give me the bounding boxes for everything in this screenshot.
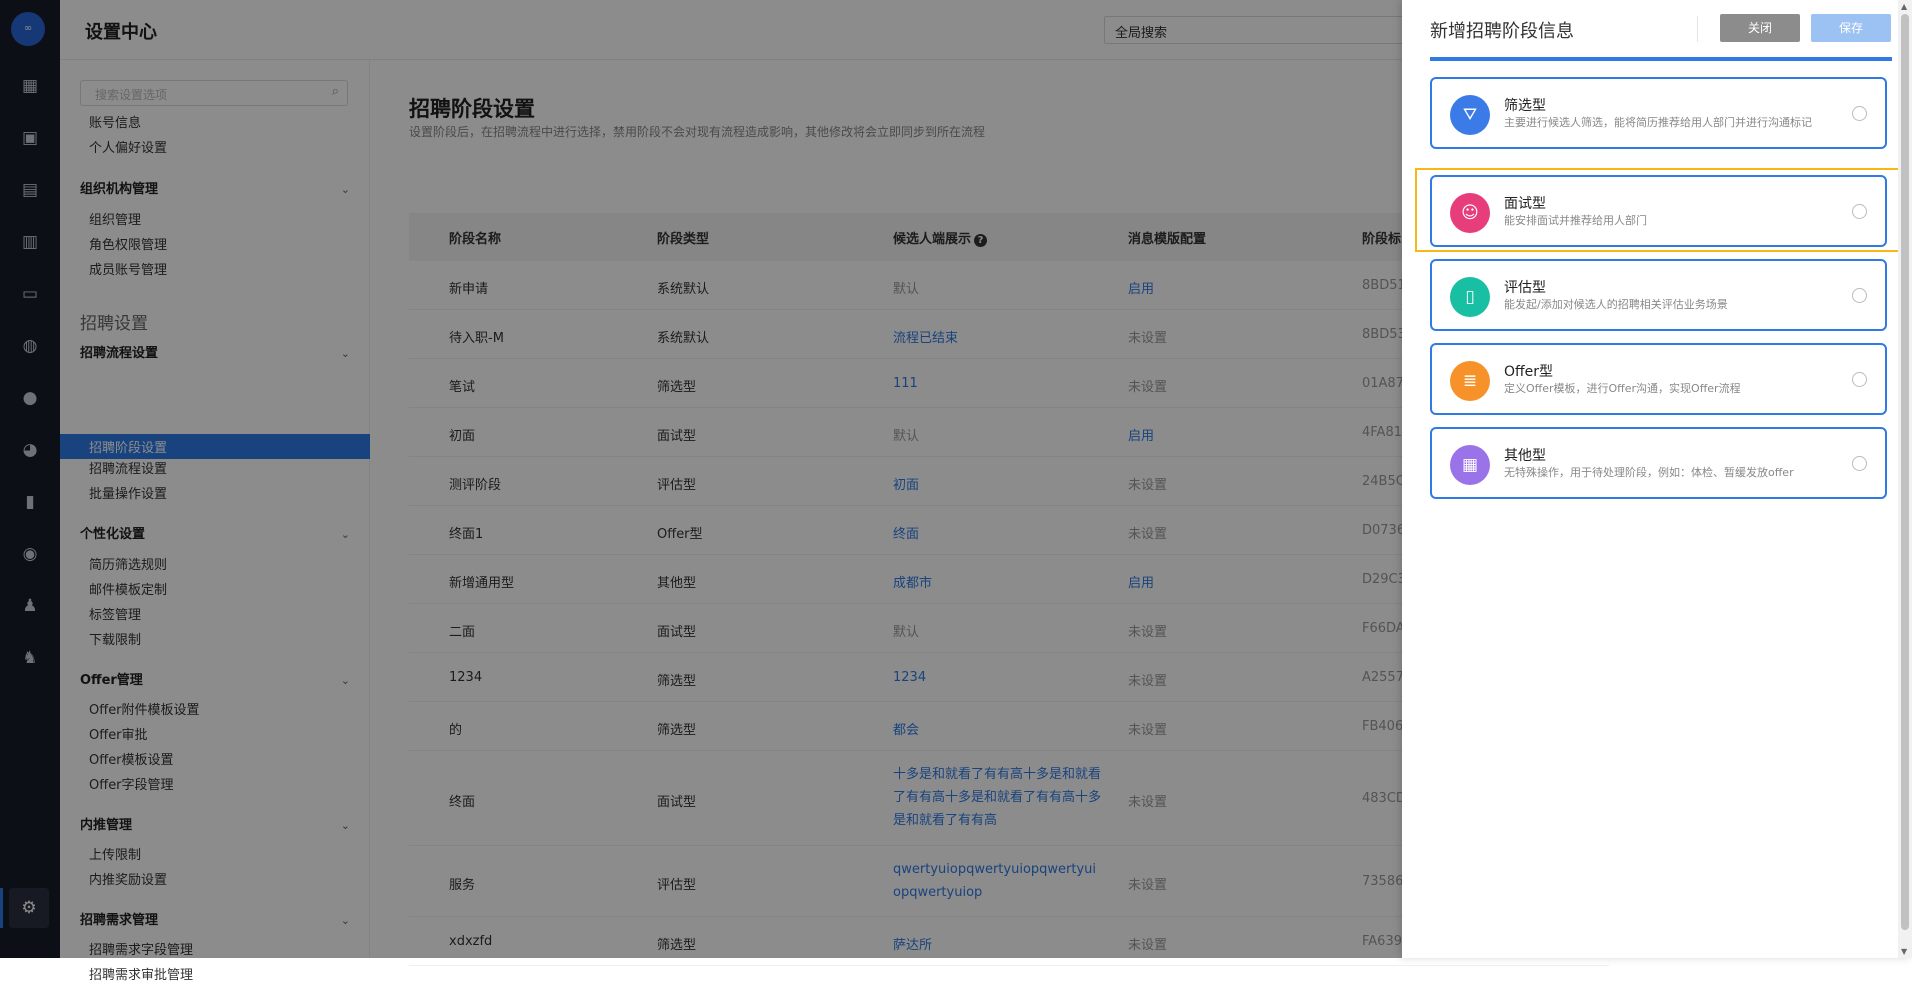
option-radio[interactable] (1852, 456, 1867, 471)
option-name: 评估型 (1504, 280, 1546, 296)
close-button[interactable]: 关闭 (1720, 14, 1800, 42)
grid-icon: ▦ (1450, 445, 1490, 485)
filter-icon: ⛛ (1450, 95, 1490, 135)
stage-type-option[interactable]: ▦ 其他型无特殊操作，用于待处理阶段，例如：体检、暂缓发放offer (1430, 427, 1887, 499)
option-name: 其他型 (1504, 448, 1546, 464)
drawer-accent-bar (1430, 57, 1892, 61)
option-radio[interactable] (1852, 372, 1867, 387)
option-description: 无特殊操作，用于待处理阶段，例如：体检、暂缓发放offer (1504, 466, 1794, 479)
document-icon: ≣ (1450, 361, 1490, 401)
option-description: 主要进行候选人筛选，能将简历推荐给用人部门并进行沟通标记 (1504, 116, 1812, 129)
bookmark-icon: ▯ (1450, 277, 1490, 317)
stage-type-option[interactable]: ☺ 面试型能安排面试并推荐给用人部门 (1430, 175, 1887, 247)
option-radio[interactable] (1852, 204, 1867, 219)
new-stage-drawer: 新增招聘阶段信息 关闭 保存 ⛛ 筛选型主要进行候选人筛选，能将简历推荐给用人部门… (1402, 0, 1912, 958)
scroll-up-icon[interactable]: ▲ (1901, 2, 1907, 11)
option-radio[interactable] (1852, 106, 1867, 121)
modal-overlay[interactable] (0, 0, 1402, 958)
stage-type-option[interactable]: ⛛ 筛选型主要进行候选人筛选，能将简历推荐给用人部门并进行沟通标记 (1430, 77, 1887, 149)
interview-icon: ☺ (1450, 193, 1490, 233)
stage-type-option[interactable]: ▯ 评估型能发起/添加对候选人的招聘相关评估业务场景 (1430, 259, 1887, 331)
option-name: 筛选型 (1504, 98, 1546, 114)
scrollbar-thumb[interactable] (1901, 14, 1909, 930)
option-description: 能安排面试并推荐给用人部门 (1504, 214, 1647, 227)
option-description: 能发起/添加对候选人的招聘相关评估业务场景 (1504, 298, 1728, 311)
option-name: Offer型 (1504, 364, 1554, 380)
option-radio[interactable] (1852, 288, 1867, 303)
scrollbar[interactable]: ▲ ▼ (1898, 0, 1912, 958)
header-divider (1697, 16, 1698, 42)
sidebar-item-demand-approval[interactable]: 招聘需求审批管理 (89, 966, 193, 986)
save-button[interactable]: 保存 (1811, 14, 1891, 42)
drawer-title: 新增招聘阶段信息 (1430, 21, 1574, 42)
stage-type-option[interactable]: ≣ Offer型定义Offer模板，进行Offer沟通，实现Offer流程 (1430, 343, 1887, 415)
option-name: 面试型 (1504, 196, 1546, 212)
option-description: 定义Offer模板，进行Offer沟通，实现Offer流程 (1504, 382, 1741, 395)
scroll-down-icon[interactable]: ▼ (1901, 947, 1907, 956)
